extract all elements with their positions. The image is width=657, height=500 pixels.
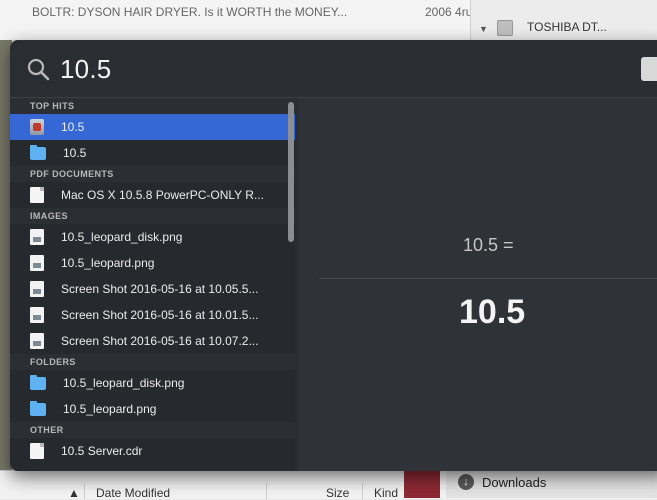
result-item[interactable]: Screen Shot 2016-05-16 at 10.01.5...: [10, 302, 295, 328]
result-item[interactable]: 10.5: [10, 114, 295, 140]
drive-name[interactable]: TOSHIBA DT...: [527, 20, 607, 34]
image-icon: [30, 307, 44, 323]
result-item[interactable]: Screen Shot 2016-05-16 at 10.07.2...: [10, 328, 295, 354]
result-label: Screen Shot 2016-05-16 at 10.01.5...: [61, 308, 259, 322]
app-icon: [30, 119, 44, 135]
result-label: Screen Shot 2016-05-16 at 10.07.2...: [61, 334, 259, 348]
result-item[interactable]: 10.5: [10, 140, 295, 166]
results-scrollbar[interactable]: [288, 102, 294, 242]
column-divider: [266, 483, 267, 499]
result-label: Mac OS X 10.5.8 PowerPC-ONLY R...: [61, 188, 264, 202]
drive-icon: [497, 20, 513, 36]
result-item[interactable]: Screen Shot 2016-05-16 at 10.05.5...: [10, 276, 295, 302]
section-header-top-hits: TOP HITS: [10, 98, 295, 114]
sidebar-item-downloads[interactable]: ↓ Downloads: [446, 470, 657, 498]
image-icon: [30, 333, 44, 349]
image-icon: [30, 281, 44, 297]
result-item[interactable]: 10.5 Server.cdr: [10, 438, 295, 464]
result-label: 10.5_leopard_disk.png: [61, 230, 183, 244]
document-icon: [30, 187, 44, 203]
background-thumbnail: [404, 470, 440, 498]
result-item[interactable]: 10.5_leopard.png: [10, 396, 295, 422]
result-label: 10.5_leopard_disk.png: [63, 376, 185, 390]
result-label: 10.5_leopard.png: [61, 256, 155, 270]
result-label: 10.5: [61, 120, 85, 134]
search-input[interactable]: 10.5: [60, 54, 111, 85]
download-icon: ↓: [458, 474, 474, 490]
spotlight-panel: 10.5 TOP HITS 10.5 10.5 PDF DOCUMENTS Ma…: [10, 40, 657, 471]
folder-icon: [30, 374, 46, 390]
background-sidebar: ▼ TOSHIBA DT...: [470, 0, 657, 40]
section-header-other: OTHER: [10, 422, 295, 438]
sidebar-item-label: Downloads: [482, 475, 547, 490]
column-divider: [362, 483, 363, 499]
image-icon: [30, 255, 44, 271]
image-icon: [30, 229, 44, 245]
result-label: 10.5 Server.cdr: [61, 444, 143, 458]
result-item[interactable]: 10.5_leopard_disk.png: [10, 224, 295, 250]
result-item[interactable]: 10.5_leopard.png: [10, 250, 295, 276]
disclosure-triangle-icon[interactable]: ▼: [479, 24, 488, 34]
results-list: TOP HITS 10.5 10.5 PDF DOCUMENTS Mac OS …: [10, 98, 295, 471]
background-video-title: BOLTR: DYSON HAIR DRYER. Is it WORTH the…: [32, 5, 348, 19]
spotlight-search-bar: 10.5: [10, 40, 657, 98]
section-header-folders: FOLDERS: [10, 354, 295, 370]
preview-pane: 10.5 = 10.5: [299, 98, 657, 471]
result-item[interactable]: Mac OS X 10.5.8 PowerPC-ONLY R...: [10, 182, 295, 208]
background-date: 2006 4ru: [425, 5, 473, 19]
calculation-expression: 10.5 =: [463, 235, 514, 255]
folder-icon: [30, 144, 46, 160]
result-label: Screen Shot 2016-05-16 at 10.05.5...: [61, 282, 259, 296]
result-label: 10.5_leopard.png: [63, 402, 157, 416]
folder-icon: [30, 400, 46, 416]
calculator-icon: [641, 57, 657, 81]
section-header-images: IMAGES: [10, 208, 295, 224]
result-item[interactable]: 10.5_leopard_disk.png: [10, 370, 295, 396]
preview-divider: [319, 278, 657, 279]
calculation-result: 10.5: [459, 293, 526, 331]
result-label: 10.5: [63, 146, 87, 160]
search-icon: [27, 58, 50, 81]
document-icon: [30, 443, 44, 459]
section-header-pdf-documents: PDF DOCUMENTS: [10, 166, 295, 182]
column-divider: [84, 483, 85, 499]
